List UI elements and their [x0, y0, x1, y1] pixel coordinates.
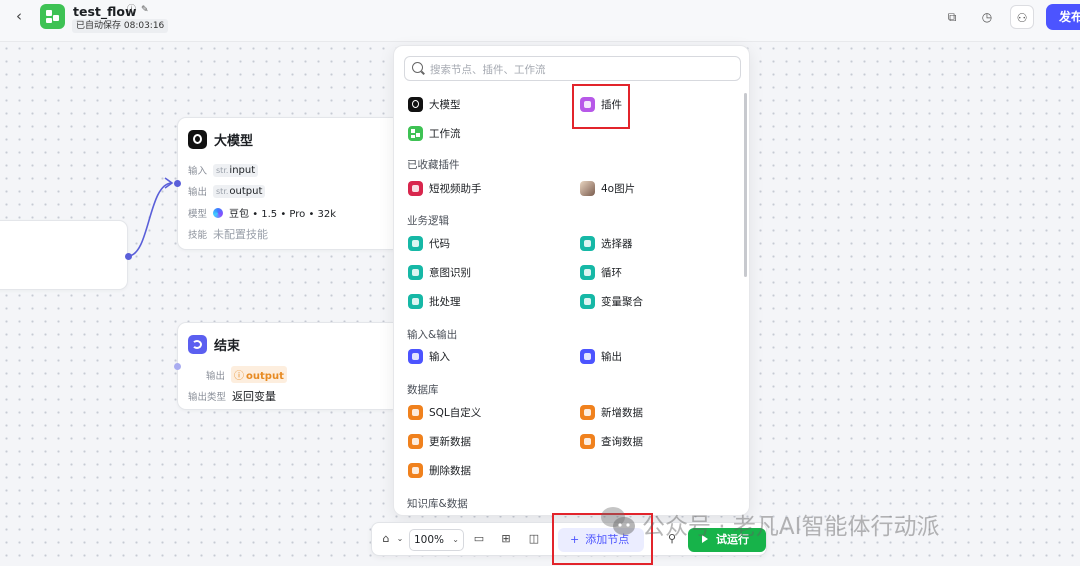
workflow-app-icon — [40, 4, 65, 29]
llm-node[interactable]: 大模型 输入 str.input 输出 str.output 模型 豆包 • 1… — [177, 117, 417, 250]
start-node[interactable] — [0, 220, 128, 290]
node-item-input[interactable]: 输入 — [408, 349, 450, 364]
node-item-code[interactable]: 代码 — [408, 236, 450, 251]
node-item-delete-data[interactable]: 删除数据 — [408, 463, 471, 478]
zoom-select[interactable]: 100% ⌄ — [409, 529, 464, 551]
output-label: 输出 — [188, 187, 208, 198]
copy-icon[interactable]: ⧉ — [940, 5, 964, 29]
node-item-short-video[interactable]: 短视频助手 — [408, 181, 482, 196]
database-add-icon — [580, 405, 595, 420]
variable-merge-icon — [580, 294, 595, 309]
node-item-workflow[interactable]: 工作流 — [408, 126, 461, 141]
avatar-image-icon — [580, 181, 595, 196]
if-icon — [580, 236, 595, 251]
grid-icon[interactable]: ⊞ — [498, 531, 514, 547]
chevron-left-icon[interactable]: ‹ — [16, 8, 32, 24]
node-item-intent[interactable]: 意图识别 — [408, 265, 471, 280]
llm-node-title: 大模型 — [214, 134, 254, 149]
database-update-icon — [408, 434, 423, 449]
history-icon[interactable]: ◷ — [975, 5, 999, 29]
node-item-sql[interactable]: SQL自定义 — [408, 405, 481, 420]
edit-icon[interactable]: ✎ — [141, 5, 151, 15]
node-item-loop[interactable]: 循环 — [580, 265, 622, 280]
watermark-text: 公众号 · 老凡AI智能体行动派 — [642, 514, 940, 540]
output-icon — [580, 349, 595, 364]
node-item-selector[interactable]: 选择器 — [580, 236, 633, 251]
search-icon — [412, 62, 423, 73]
llm-input-port[interactable] — [174, 180, 181, 187]
header: ‹ test_flow ⓘ ✎ 已自动保存 08:03:16 ⧉ ◷ ⚇ 发布 — [0, 0, 1080, 42]
section-knowledge: 知识库&数据 — [407, 498, 468, 510]
highlight-plugin — [572, 84, 630, 129]
output-type-label: 输出类型 — [188, 392, 227, 403]
popover-scrollbar[interactable] — [744, 93, 747, 277]
chevron-down-icon: ⌄ — [452, 535, 459, 544]
skill-label: 技能 — [188, 230, 208, 241]
database-icon — [408, 405, 423, 420]
output-tag: str.output — [213, 184, 266, 198]
end-input-port[interactable] — [174, 363, 181, 370]
short-video-icon — [408, 181, 423, 196]
input-tag: str.input — [213, 163, 259, 177]
node-item-update-data[interactable]: 更新数据 — [408, 434, 471, 449]
section-business-logic: 业务逻辑 — [407, 215, 449, 227]
node-item-output[interactable]: 输出 — [580, 349, 622, 364]
end-icon — [188, 335, 207, 354]
node-item-llm[interactable]: 大模型 — [408, 97, 461, 112]
database-query-icon — [580, 434, 595, 449]
wechat-logo — [601, 507, 635, 535]
input-label: 输入 — [188, 166, 208, 177]
end-node[interactable]: 结束 输出 ⓘ output 输出类型 返回变量 — [177, 322, 417, 410]
output-type-value: 返回变量 — [232, 390, 277, 403]
search-input[interactable]: 搜索节点、插件、工作流 — [404, 56, 741, 81]
input-icon — [408, 349, 423, 364]
workflow-icon — [408, 126, 423, 141]
users-icon[interactable]: ⚇ — [1010, 5, 1034, 29]
end-output-tag: ⓘ output — [231, 366, 287, 383]
section-database: 数据库 — [407, 384, 439, 396]
llm-icon — [188, 130, 207, 149]
loop-icon — [580, 265, 595, 280]
batch-icon — [408, 294, 423, 309]
comment-icon[interactable]: ▭ — [471, 531, 487, 547]
node-item-batch[interactable]: 批处理 — [408, 294, 461, 309]
node-item-variable-merge[interactable]: 变量聚合 — [580, 294, 643, 309]
doubao-model-icon — [213, 207, 224, 218]
chevron-down-icon[interactable]: ⌄ — [392, 531, 408, 547]
skill-value: 未配置技能 — [213, 228, 269, 241]
llm-icon — [408, 97, 423, 112]
section-favorite-plugins: 已收藏插件 — [407, 159, 460, 171]
model-value: 豆包 • 1.5 • Pro • 32k — [229, 209, 337, 220]
section-input-output: 输入&输出 — [407, 329, 458, 341]
start-output-port[interactable] — [125, 253, 132, 260]
publish-button[interactable]: 发布 — [1046, 4, 1080, 30]
model-label: 模型 — [188, 208, 208, 220]
end-output-label: 输出 — [206, 370, 226, 382]
intent-icon — [408, 265, 423, 280]
end-node-title: 结束 — [214, 339, 241, 354]
code-icon — [408, 236, 423, 251]
node-item-add-data[interactable]: 新增数据 — [580, 405, 643, 420]
minimap-icon[interactable]: ◫ — [526, 531, 542, 547]
info-icon[interactable]: ⓘ — [127, 5, 137, 15]
node-item-query-data[interactable]: 查询数据 — [580, 434, 643, 449]
node-item-4o-image[interactable]: 4o图片 — [580, 181, 635, 196]
database-delete-icon — [408, 463, 423, 478]
autosave-status: 已自动保存 08:03:16 — [72, 19, 169, 33]
